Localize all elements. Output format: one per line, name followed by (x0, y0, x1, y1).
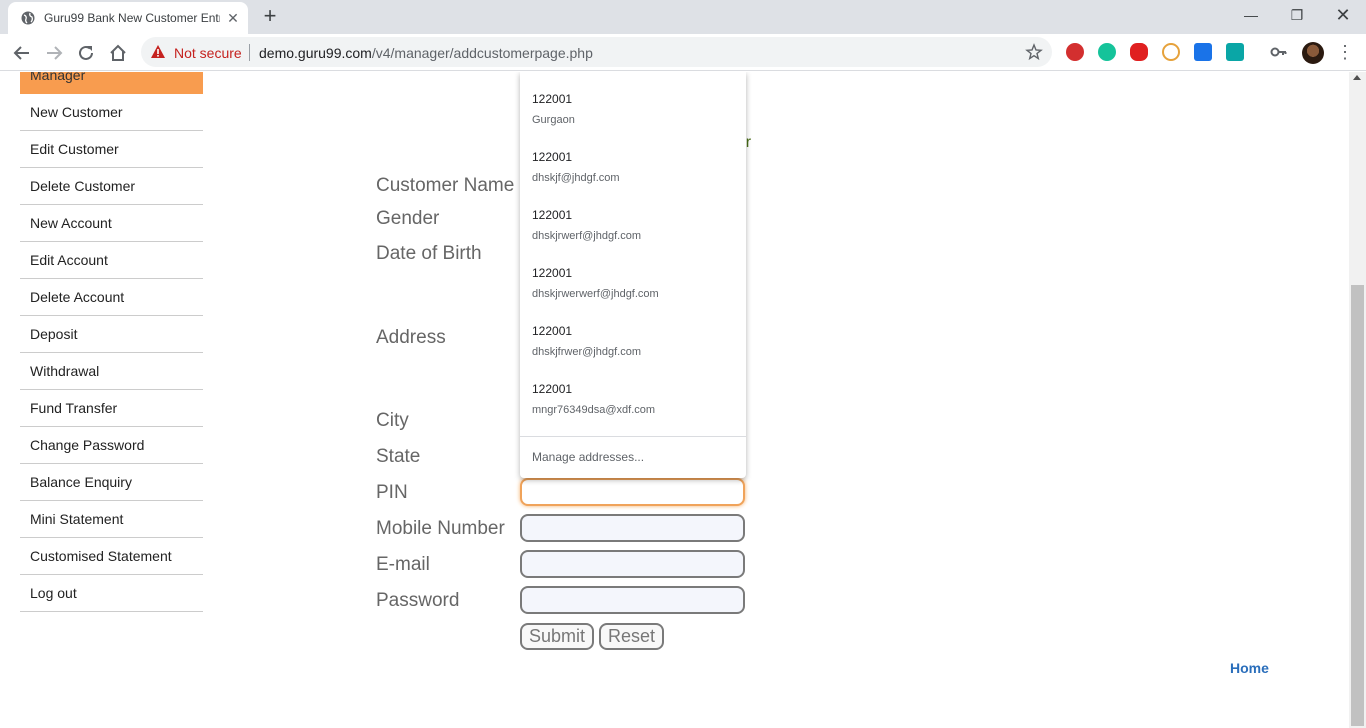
window-close-icon[interactable]: ✕ (1320, 0, 1366, 30)
sidebar-item-edit-customer[interactable]: Edit Customer (20, 131, 203, 168)
email-input[interactable] (520, 550, 745, 578)
sidebar-item-new-account[interactable]: New Account (20, 205, 203, 242)
url-host: demo.guru99.com (259, 45, 372, 61)
forward-icon[interactable] (41, 40, 67, 66)
url-text: demo.guru99.com/v4/manager/addcustomerpa… (259, 45, 593, 61)
pin-input[interactable] (520, 478, 745, 506)
autofill-suggestion[interactable]: 122001 mngr76349dsa@xdf.com (532, 382, 732, 416)
suggestion-main: 122001 (532, 92, 573, 106)
sidebar-header[interactable]: Manager (20, 72, 203, 94)
security-label[interactable]: Not secure (174, 45, 242, 61)
label-email: E-mail (376, 554, 430, 575)
suggestion-sub: dhskjfrwer@jhdgf.com (532, 346, 641, 358)
sidebar-item-log-out[interactable]: Log out (20, 575, 203, 612)
suggestion-sub: dhskjrwerwerf@jhdgf.com (532, 288, 659, 300)
suggestion-sub: mngr76349dsa@xdf.com (532, 404, 656, 416)
new-tab-icon[interactable]: + (258, 5, 282, 29)
autofill-suggestion[interactable]: 122001 dhskjf@jhdgf.com (532, 150, 732, 184)
cast-extension-icon[interactable] (1194, 43, 1212, 61)
grammarly-extension-icon[interactable] (1098, 43, 1116, 61)
key-icon[interactable] (1270, 43, 1288, 61)
suggestion-main: 122001 (532, 382, 573, 396)
bookmark-star-icon[interactable] (1025, 43, 1043, 61)
label-gender: Gender (376, 208, 440, 229)
autofill-suggestion[interactable]: 122001 dhskjfrwer@jhdgf.com (532, 324, 732, 358)
minimize-icon[interactable]: — (1228, 0, 1274, 30)
page-content: Manager New Customer Edit Customer Delet… (0, 72, 1349, 728)
label-city: City (376, 410, 409, 431)
label-address: Address (376, 327, 446, 348)
globe-icon (21, 11, 35, 25)
label-date-of-birth: Date of Birth (376, 243, 482, 264)
label-customer-name: Customer Name (376, 175, 515, 196)
sidebar-item-delete-customer[interactable]: Delete Customer (20, 168, 203, 205)
autofill-suggestion[interactable]: 122001 dhskjrwerf@jhdgf.com (532, 208, 732, 242)
stop-extension-icon[interactable] (1130, 43, 1148, 61)
warning-icon (151, 45, 165, 58)
browser-toolbar: Not secure demo.guru99.com/v4/manager/ad… (0, 34, 1366, 71)
chrome-menu-icon[interactable]: ⋮ (1336, 41, 1354, 63)
sidebar-item-fund-transfer[interactable]: Fund Transfer (20, 390, 203, 427)
url-path: /v4/manager/addcustomerpage.php (371, 45, 593, 61)
mobile-number-input[interactable] (520, 514, 745, 542)
suggestion-main: 122001 (532, 324, 573, 338)
submit-button[interactable]: Submit (520, 623, 594, 650)
suggestion-sub: dhskjrwerf@jhdgf.com (532, 230, 641, 242)
autofill-divider (520, 436, 746, 437)
restore-icon[interactable]: ❐ (1274, 0, 1320, 30)
browser-tab[interactable]: Guru99 Bank New Customer Entry Page ✕ (8, 2, 248, 34)
sidebar-item-delete-account[interactable]: Delete Account (20, 279, 203, 316)
suggestion-main: 122001 (532, 150, 573, 164)
autofill-dropdown: 122001 Gurgaon 122001 dhskjf@jhdgf.com 1… (520, 72, 746, 478)
suggestion-main: 122001 (532, 208, 573, 222)
sidebar-item-change-password[interactable]: Change Password (20, 427, 203, 464)
back-icon[interactable] (9, 40, 35, 66)
manage-addresses-link[interactable]: Manage addresses... (532, 450, 644, 464)
address-bar[interactable]: Not secure demo.guru99.com/v4/manager/ad… (141, 37, 1052, 67)
tab-title: Guru99 Bank New Customer Entry Page (44, 11, 220, 25)
manager-sidebar: Manager New Customer Edit Customer Delet… (20, 72, 203, 612)
sidebar-item-new-customer[interactable]: New Customer (20, 94, 203, 131)
label-pin: PIN (376, 482, 408, 503)
profile-avatar[interactable] (1302, 42, 1324, 64)
page-scrollbar[interactable] (1349, 72, 1366, 728)
label-state: State (376, 446, 421, 467)
reload-icon[interactable] (73, 40, 99, 66)
suggestion-sub: Gurgaon (532, 114, 575, 126)
omnibox-separator (249, 44, 250, 61)
tab-close-icon[interactable]: ✕ (225, 10, 241, 26)
scrollbar-thumb[interactable] (1351, 285, 1364, 726)
tab-strip: Guru99 Bank New Customer Entry Page ✕ + … (0, 0, 1366, 34)
home-link[interactable]: Home (1230, 660, 1269, 676)
sidebar-item-withdrawal[interactable]: Withdrawal (20, 353, 203, 390)
sidebar-item-balance-enquiry[interactable]: Balance Enquiry (20, 464, 203, 501)
label-password: Password (376, 590, 460, 611)
sidebar-item-deposit[interactable]: Deposit (20, 316, 203, 353)
password-input[interactable] (520, 586, 745, 614)
scroll-up-arrow-icon[interactable] (1353, 75, 1361, 80)
suggestion-main: 122001 (532, 266, 573, 280)
speed-extension-icon[interactable] (1162, 43, 1180, 61)
label-mobile-number: Mobile Number (376, 518, 505, 539)
sidebar-item-mini-statement[interactable]: Mini Statement (20, 501, 203, 538)
sidebar-item-edit-account[interactable]: Edit Account (20, 242, 203, 279)
suggestion-sub: dhskjf@jhdgf.com (532, 172, 620, 184)
autofill-suggestion[interactable]: 122001 dhskjrwerwerf@jhdgf.com (532, 266, 732, 300)
teal-extension-icon[interactable] (1226, 43, 1244, 61)
reset-button[interactable]: Reset (599, 623, 664, 650)
home-icon[interactable] (105, 40, 131, 66)
autofill-suggestion[interactable]: 122001 Gurgaon (532, 92, 732, 126)
sidebar-item-customised-statement[interactable]: Customised Statement (20, 538, 203, 575)
adblock-extension-icon[interactable] (1066, 43, 1084, 61)
